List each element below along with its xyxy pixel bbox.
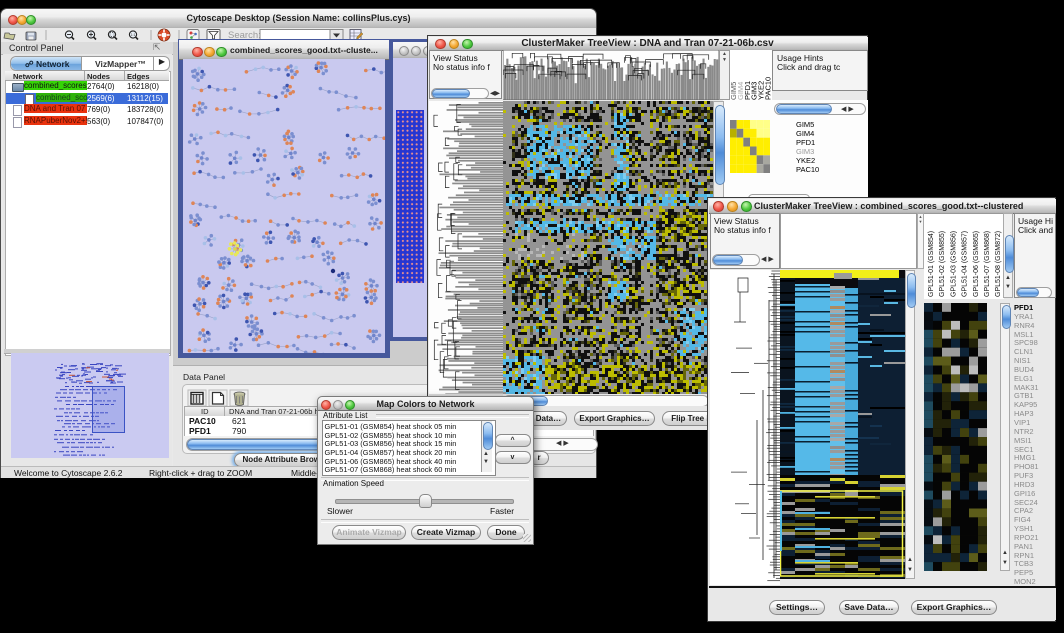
svg-text:GPL51-07 (GSM868): GPL51-07 (GSM868) bbox=[984, 231, 991, 297]
svg-text:PAC10: PAC10 bbox=[764, 77, 773, 100]
svg-text:GPL51-03 (GSM856): GPL51-03 (GSM856) bbox=[950, 231, 957, 297]
svg-text:GPL51-06 (GSM865): GPL51-06 (GSM865) bbox=[973, 231, 980, 297]
svg-text:GPL51-01 (GSM854): GPL51-01 (GSM854) bbox=[928, 231, 935, 297]
svg-text:GPL51-08 (GSM872): GPL51-08 (GSM872) bbox=[995, 231, 1002, 297]
svg-text:1:1: 1:1 bbox=[131, 33, 136, 37]
svg-text:GPL51-04 (GSM857): GPL51-04 (GSM857) bbox=[962, 231, 969, 297]
svg-text:GPL51-02 (GSM855): GPL51-02 (GSM855) bbox=[939, 231, 946, 297]
